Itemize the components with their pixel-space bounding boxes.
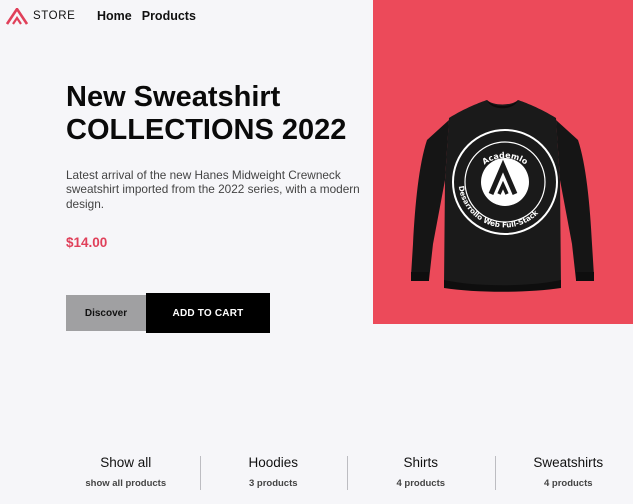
- hero-title: New Sweatshirt COLLECTIONS 2022: [66, 81, 346, 147]
- category-name: Sweatshirts: [533, 455, 604, 470]
- category-filter-bar: Show all show all products Hoodies 3 pro…: [52, 454, 633, 490]
- category-shirts[interactable]: Shirts 4 products: [347, 454, 495, 490]
- category-count: show all products: [85, 478, 167, 489]
- main-nav: Home Products: [97, 9, 196, 23]
- site-header: STORE Home Products: [0, 0, 373, 34]
- category-name: Shirts: [403, 455, 438, 470]
- add-to-cart-button[interactable]: ADD TO CART: [146, 293, 270, 333]
- category-count: 4 products: [396, 478, 446, 489]
- hero-title-line-1: New Sweatshirt: [66, 81, 281, 113]
- category-count: 4 products: [543, 478, 593, 489]
- category-name: Hoodies: [248, 455, 299, 470]
- category-count: 3 products: [248, 478, 298, 489]
- nav-home-link[interactable]: Home: [97, 9, 132, 23]
- brand-name[interactable]: STORE: [33, 10, 75, 22]
- discover-button[interactable]: Discover: [66, 295, 146, 331]
- sweatshirt-image: Academlo Desarrollo Web Full-Stack: [411, 100, 594, 292]
- product-price: $14.00: [66, 235, 108, 250]
- hero-image-panel: Academlo Desarrollo Web Full-Stack: [373, 0, 633, 324]
- category-sweatshirts[interactable]: Sweatshirts 4 products: [494, 454, 633, 490]
- category-name: Show all: [100, 455, 152, 470]
- category-hoodies[interactable]: Hoodies 3 products: [199, 454, 348, 490]
- hero-description: Latest arrival of the new Hanes Midweigh…: [66, 168, 360, 211]
- category-show-all[interactable]: Show all show all products: [52, 454, 200, 489]
- hero-title-line-2: COLLECTIONS 2022: [66, 114, 347, 146]
- nav-products-link[interactable]: Products: [142, 9, 196, 23]
- store-logo-icon[interactable]: [6, 8, 28, 25]
